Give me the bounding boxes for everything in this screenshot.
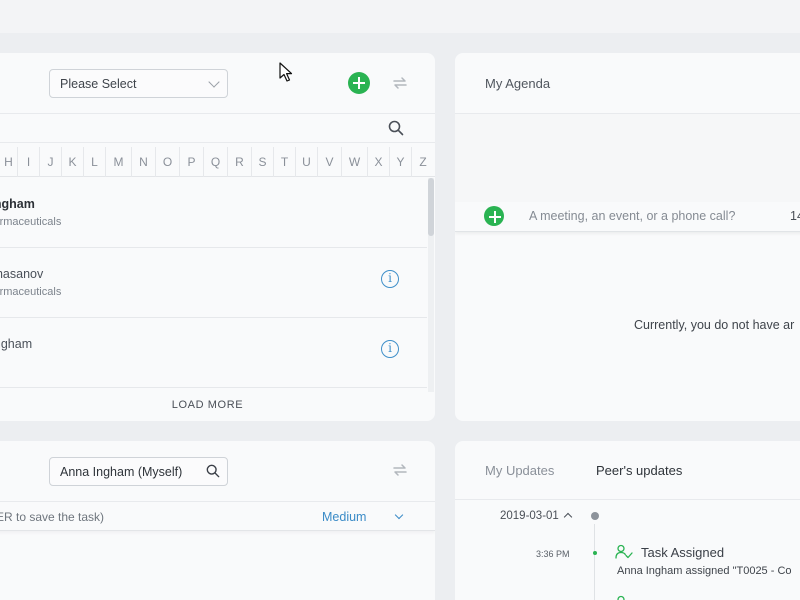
contact-company: Pharmaceuticals <box>0 286 62 298</box>
alphabet-letter-p[interactable]: P <box>180 147 204 177</box>
sync-icon[interactable] <box>391 75 409 91</box>
alphabet-letter-u[interactable]: U <box>296 147 318 177</box>
agenda-panel: My Agenda A meeting, an event, or a phon… <box>455 53 800 421</box>
contact-company: Pharmaceuticals <box>0 216 62 228</box>
info-icon[interactable]: i <box>381 340 399 358</box>
alphabet-letter-s[interactable]: S <box>252 147 274 177</box>
agenda-title: My Agenda <box>485 76 551 91</box>
info-icon[interactable]: i <box>381 270 399 288</box>
priority-select[interactable]: Medium <box>322 510 366 524</box>
tab-peers-updates[interactable]: Peer's updates <box>596 463 682 478</box>
timeline-date-marker <box>591 512 599 520</box>
alphabet-letter-v[interactable]: V <box>318 147 342 177</box>
agenda-input-placeholder[interactable]: A meeting, an event, or a phone call? <box>529 209 735 223</box>
user-check-icon <box>615 544 633 559</box>
sync-icon[interactable] <box>391 462 409 478</box>
contact-list-item[interactable]: r Khasanov Pharmaceuticals i <box>0 248 427 318</box>
event-title: Task Assigned <box>641 545 725 560</box>
alphabet-letter-y[interactable]: Y <box>390 147 412 177</box>
contact-list-scrollbar[interactable] <box>428 178 434 392</box>
contact-name: a Ingham <box>0 197 35 211</box>
alphabet-letter-z[interactable]: Z <box>412 147 434 177</box>
search-icon[interactable] <box>388 120 404 136</box>
tab-my-updates[interactable]: My Updates <box>485 463 554 478</box>
top-bar <box>0 0 800 33</box>
alphabet-letter-l[interactable]: L <box>84 147 106 177</box>
alphabet-letter-r[interactable]: R <box>228 147 252 177</box>
alphabet-letter-o[interactable]: O <box>156 147 180 177</box>
event-description: Anna Ingham assigned "T0025 - Co <box>617 565 792 577</box>
agenda-input-row[interactable]: A meeting, an event, or a phone call? 14 <box>455 202 800 232</box>
assignee-search-field[interactable]: Anna Ingham (Myself) <box>49 457 228 486</box>
add-contact-button[interactable] <box>348 72 370 94</box>
alphabet-letter-k[interactable]: K <box>62 147 84 177</box>
assignee-value: Anna Ingham (Myself) <box>60 465 183 479</box>
timeline-date: 2019-03-01 <box>500 510 559 522</box>
add-agenda-item-button[interactable] <box>484 206 504 226</box>
scrollbar-thumb[interactable] <box>428 178 434 236</box>
contact-filter-value: Please Select <box>60 77 137 91</box>
alphabet-letter-j[interactable]: J <box>40 147 62 177</box>
timeline-event-marker <box>593 551 597 555</box>
updates-panel: My Updates Peer's updates 2019-03-01 3:3… <box>455 441 800 600</box>
load-more-button[interactable]: LOAD MORE <box>0 392 435 421</box>
contact-list-item[interactable]: a Ingham ut i <box>0 318 427 388</box>
contact-list-item[interactable]: a Ingham Pharmaceuticals <box>0 178 427 248</box>
alphabet-filter: H I J K L M N O P Q R S T U V W X Y Z <box>0 147 435 177</box>
alphabet-letter-n[interactable]: N <box>132 147 156 177</box>
task-input-hint[interactable]: NTER to save the task) <box>0 510 104 524</box>
tasks-panel: Anna Ingham (Myself) NTER to save the ta… <box>0 441 435 600</box>
alphabet-letter-w[interactable]: W <box>342 147 368 177</box>
alphabet-letter-m[interactable]: M <box>106 147 132 177</box>
chevron-down-icon <box>208 76 220 88</box>
contact-name: r Khasanov <box>0 267 44 281</box>
alphabet-letter-x[interactable]: X <box>368 147 390 177</box>
timeline-line <box>594 524 595 600</box>
event-time: 3:36 PM <box>536 549 570 559</box>
search-icon[interactable] <box>206 464 220 478</box>
contacts-panel: Please Select H I J K L M N O P Q R S T … <box>0 53 435 421</box>
chevron-up-icon[interactable] <box>563 512 573 522</box>
alphabet-letter-h[interactable]: H <box>0 147 18 177</box>
agenda-empty-message: Currently, you do not have ar <box>634 318 795 332</box>
updates-timeline: 2019-03-01 3:36 PM Task Assigned Anna In… <box>455 499 800 600</box>
alphabet-letter-i[interactable]: I <box>18 147 40 177</box>
cursor-pointer-icon <box>279 62 293 82</box>
alphabet-letter-t[interactable]: T <box>274 147 296 177</box>
contact-name: a Ingham <box>0 337 33 351</box>
alphabet-letter-q[interactable]: Q <box>204 147 228 177</box>
agenda-time-value[interactable]: 14 <box>790 209 800 223</box>
chevron-down-icon[interactable] <box>394 510 404 520</box>
contact-filter-select[interactable]: Please Select <box>49 69 228 98</box>
contact-search-row[interactable] <box>0 113 435 143</box>
task-input-row[interactable]: NTER to save the task) Medium <box>0 501 435 531</box>
user-icon <box>617 595 625 600</box>
